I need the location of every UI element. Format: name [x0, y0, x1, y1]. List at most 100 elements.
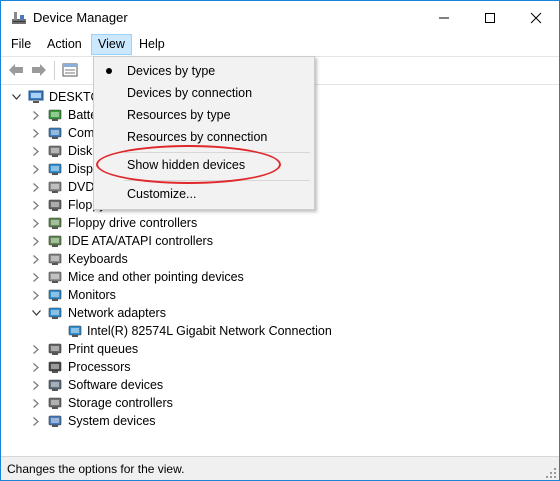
status-bar: Changes the options for the view.	[1, 456, 559, 480]
expand-chevron-icon[interactable]	[31, 358, 41, 376]
view-menu-dropdown: Devices by type Devices by connection Re…	[93, 56, 315, 210]
expand-chevron-icon[interactable]	[31, 178, 41, 196]
tree-category-item[interactable]: Monitors	[31, 286, 511, 304]
tree-item-label: Disk	[68, 144, 93, 158]
disk-icon	[48, 145, 62, 157]
expand-chevron-icon[interactable]	[31, 412, 41, 430]
menu-view[interactable]: View	[91, 34, 132, 55]
ide-icon	[48, 235, 62, 247]
tree-item-label: Processors	[68, 360, 131, 374]
keyboard-icon	[48, 253, 62, 265]
device-manager-icon	[12, 12, 26, 24]
tree-item-label: Disp	[68, 162, 94, 176]
menu-bar: File Action View Help	[1, 34, 559, 55]
display-icon	[48, 163, 62, 175]
tree-item-label: Print queues	[68, 342, 139, 356]
computer-icon	[28, 90, 44, 103]
processor-icon	[48, 361, 62, 373]
monitor-icon	[48, 289, 62, 301]
tree-item-label: Software devices	[68, 378, 164, 392]
forward-arrow-icon	[32, 64, 46, 76]
network-card-icon	[68, 325, 82, 337]
expand-chevron-icon[interactable]	[31, 394, 41, 412]
minimize-button[interactable]	[421, 1, 467, 34]
expand-chevron-icon[interactable]	[31, 250, 41, 268]
menu-help[interactable]: Help	[133, 34, 171, 55]
tree-item-label: Keyboards	[68, 252, 128, 266]
menu-item-label: Devices by connection	[127, 86, 253, 100]
collapse-chevron-icon[interactable]	[11, 88, 21, 106]
radio-bullet-icon	[106, 68, 112, 74]
system-icon	[48, 415, 62, 427]
maximize-button[interactable]	[467, 1, 513, 34]
forward-button[interactable]	[29, 61, 49, 79]
tree-category-item[interactable]: Software devices	[31, 376, 511, 394]
menu-file[interactable]: File	[5, 34, 37, 55]
collapse-chevron-icon[interactable]	[31, 304, 41, 322]
tree-category-item[interactable]: Print queues	[31, 340, 511, 358]
menu-item-customize[interactable]: Customize...	[95, 183, 313, 205]
storage-icon	[48, 397, 62, 409]
tree-item-label: Floppy drive controllers	[68, 216, 198, 230]
tree-item-label: Monitors	[68, 288, 116, 302]
properties-button[interactable]	[60, 61, 80, 79]
back-arrow-icon	[9, 64, 23, 76]
battery-icon	[48, 109, 62, 121]
software-icon	[48, 379, 62, 391]
maximize-icon	[485, 12, 495, 23]
annotation-ellipse	[96, 145, 281, 184]
tree-category-item[interactable]: Keyboards	[31, 250, 511, 268]
expand-chevron-icon[interactable]	[31, 196, 41, 214]
menu-item-resources-by-type[interactable]: Resources by type	[95, 104, 313, 126]
expand-chevron-icon[interactable]	[31, 340, 41, 358]
mouse-icon	[48, 271, 62, 283]
tree-child-item[interactable]: Intel(R) 82574L Gigabit Network Connecti…	[61, 322, 541, 340]
toolbar-separator	[54, 61, 55, 80]
expand-chevron-icon[interactable]	[31, 286, 41, 304]
tree-item-label: Intel(R) 82574L Gigabit Network Connecti…	[87, 324, 332, 338]
menu-item-label: Devices by type	[127, 64, 216, 78]
tree-item-label: Mice and other pointing devices	[68, 270, 244, 284]
floppy-icon	[48, 199, 62, 211]
tree-category-item[interactable]: Network adapters	[31, 304, 511, 322]
status-text: Changes the options for the view.	[7, 462, 185, 476]
tree-category-item[interactable]: System devices	[31, 412, 511, 430]
controller-icon	[48, 217, 62, 229]
tree-item-label: Com	[68, 126, 95, 140]
close-button[interactable]	[513, 1, 559, 34]
network-icon	[48, 307, 62, 319]
expand-chevron-icon[interactable]	[31, 268, 41, 286]
window-title: Device Manager	[33, 10, 128, 25]
expand-chevron-icon[interactable]	[31, 376, 41, 394]
close-icon	[530, 12, 542, 23]
minimize-icon	[439, 17, 449, 18]
tree-item-label: DVD	[68, 180, 95, 194]
dvd-icon	[48, 181, 62, 193]
tree-category-item[interactable]: Floppy drive controllers	[31, 214, 511, 232]
device-manager-window: Device Manager File Action View Help DES…	[0, 0, 560, 481]
properties-icon	[62, 63, 78, 77]
menu-item-devices-by-type[interactable]: Devices by type	[95, 60, 313, 82]
tree-category-item[interactable]: Storage controllers	[31, 394, 511, 412]
title-bar[interactable]: Device Manager	[1, 1, 559, 34]
tree-category-item[interactable]: Processors	[31, 358, 511, 376]
back-button[interactable]	[6, 61, 26, 79]
tree-item-label: System devices	[68, 414, 156, 428]
expand-chevron-icon[interactable]	[31, 214, 41, 232]
tree-category-item[interactable]: Mice and other pointing devices	[31, 268, 511, 286]
resize-grip-icon[interactable]	[545, 467, 557, 479]
tree-item-label: IDE ATA/ATAPI controllers	[68, 234, 213, 248]
tree-item-label: Network adapters	[68, 306, 166, 320]
tree-category-item[interactable]: IDE ATA/ATAPI controllers	[31, 232, 511, 250]
menu-action[interactable]: Action	[41, 34, 88, 55]
expand-chevron-icon[interactable]	[31, 232, 41, 250]
menu-item-devices-by-connection[interactable]: Devices by connection	[95, 82, 313, 104]
expand-chevron-icon[interactable]	[31, 106, 41, 124]
printer-icon	[48, 343, 62, 355]
menu-item-label: Customize...	[127, 187, 197, 201]
computer-icon	[48, 127, 62, 139]
expand-chevron-icon[interactable]	[31, 124, 41, 142]
expand-chevron-icon[interactable]	[31, 160, 41, 178]
tree-item-label: Storage controllers	[68, 396, 173, 410]
expand-chevron-icon[interactable]	[31, 142, 41, 160]
